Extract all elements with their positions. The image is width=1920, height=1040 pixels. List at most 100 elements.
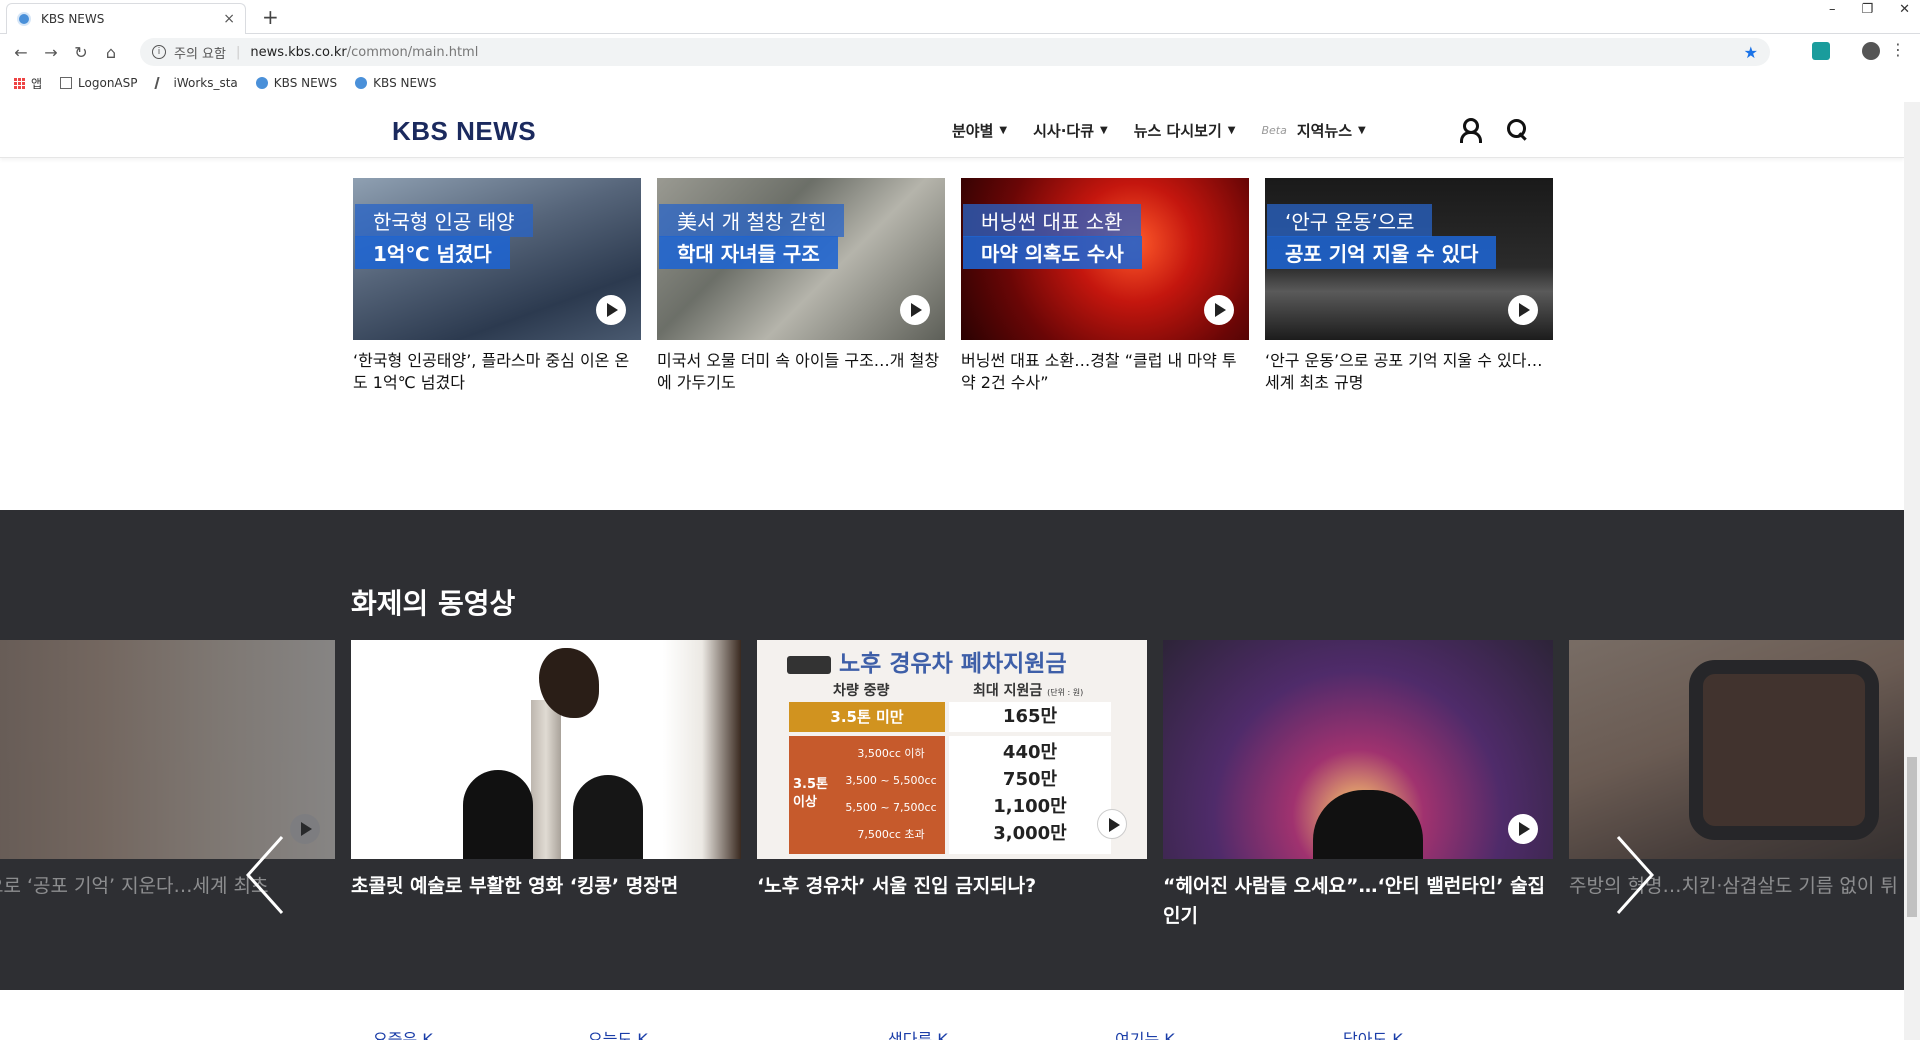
- news-card[interactable]: ‘안구 운동’으로 공포 기억 지울 수 있다 ‘안구 운동’으로 공포 기억 …: [1265, 178, 1553, 394]
- video-card[interactable]: “헤어진 사람들 오세요”…‘안티 밸런타인’ 술집 인기: [1163, 640, 1553, 931]
- security-warning: 주의 요함: [174, 46, 226, 62]
- page-scrollbar[interactable]: [1904, 102, 1920, 1040]
- chevron-right-icon: [1616, 835, 1655, 915]
- bookmark-label: iWorks_sta: [173, 76, 238, 90]
- thumbnail-caption: 마약 의혹도 수사: [963, 236, 1142, 269]
- news-card[interactable]: 美서 개 철창 갇힌 학대 자녀들 구조 미국서 오물 더미 속 아이들 구조……: [657, 178, 945, 394]
- minimize-button[interactable]: –: [1829, 2, 1836, 17]
- news-thumbnail[interactable]: 버닝썬 대표 소환 마약 의혹도 수사: [961, 178, 1249, 340]
- trending-video-section: 화제의 동영상 운동’으로 ‘공포 기억’ 지운다…세계 최초 초콜릿 예술로 …: [0, 510, 1904, 990]
- video-thumbnail[interactable]: 노후 경유차 폐차지원금 차량 중량 최대 지원금 (단위 : 원) 3.5톤 …: [757, 640, 1147, 859]
- video-thumbnail[interactable]: [1569, 640, 1904, 859]
- thumbnail-caption: 한국형 인공 태양: [355, 204, 533, 237]
- news-headline[interactable]: 버닝썬 대표 소환…경찰 “클럽 내 마약 투약 2건 수사”: [961, 350, 1249, 394]
- thumbnail-caption: 美서 개 철창 갇힌: [659, 204, 845, 237]
- nav-label: 뉴스 다시보기: [1133, 122, 1222, 140]
- footer-link[interactable]: 생다른 K: [888, 1026, 948, 1040]
- back-button[interactable]: ←: [6, 43, 36, 62]
- kbs-favicon-icon: [355, 77, 368, 89]
- nav-label: 분야별: [952, 122, 994, 140]
- search-icon[interactable]: [1504, 116, 1530, 142]
- nav-item-replay[interactable]: 뉴스 다시보기 ▼: [1134, 120, 1236, 141]
- user-icon[interactable]: [1456, 116, 1482, 143]
- new-tab-button[interactable]: +: [262, 5, 279, 29]
- header-icons: [1456, 116, 1530, 143]
- thumbnail-caption: 공포 기억 지울 수 있다: [1267, 236, 1497, 269]
- bookmark-iworks[interactable]: iWorks_sta: [153, 76, 238, 90]
- play-icon[interactable]: [596, 295, 626, 325]
- amount-item: 3,000만: [993, 823, 1067, 844]
- scrollbar-thumb[interactable]: [1907, 757, 1917, 917]
- news-card[interactable]: 버닝썬 대표 소환 마약 의혹도 수사 버닝썬 대표 소환…경찰 “클럽 내 마…: [961, 178, 1249, 394]
- home-button[interactable]: ⌂: [96, 43, 126, 62]
- chevron-left-icon: [245, 835, 284, 915]
- news-card[interactable]: 한국형 인공 태양 1억℃ 넘겼다 ‘한국형 인공태양’, 플라스마 중심 이온…: [353, 178, 641, 394]
- news-headline[interactable]: ‘한국형 인공태양’, 플라스마 중심 이온 온도 1억℃ 넘겼다: [353, 350, 641, 394]
- bookmark-kbs-news-2[interactable]: KBS NEWS: [355, 76, 437, 90]
- video-thumbnail[interactable]: [0, 640, 335, 859]
- light-row-label: 3.5톤 미만: [789, 702, 945, 732]
- account-icon[interactable]: [1862, 42, 1880, 60]
- close-window-button[interactable]: ✕: [1899, 2, 1910, 17]
- footer-link[interactable]: 요즘은 K: [373, 1026, 433, 1040]
- thumbnail-caption: 학대 자녀들 구조: [659, 236, 838, 269]
- browser-menu-icon[interactable]: ⋮: [1890, 40, 1906, 59]
- bookmark-star-icon[interactable]: ★: [1744, 43, 1758, 62]
- play-icon[interactable]: [1508, 295, 1538, 325]
- cc-item: 7,500cc 초과: [857, 828, 925, 841]
- video-card[interactable]: 초콜릿 예술로 부활한 영화 ‘킹콩’ 명장면: [351, 640, 741, 901]
- play-icon[interactable]: [1097, 809, 1127, 839]
- subsidy-col2: 최대 지원금 (단위 : 원): [973, 680, 1083, 700]
- news-headline[interactable]: ‘안구 운동’으로 공포 기억 지울 수 있다…세계 최초 규명: [1265, 350, 1553, 394]
- person-left: [463, 770, 533, 859]
- play-icon[interactable]: [1204, 295, 1234, 325]
- video-thumbnail[interactable]: [1163, 640, 1553, 859]
- browser-toolbar: ← → ↻ ⌂ i 주의 요함 | news.kbs.co.kr /common…: [0, 36, 1920, 68]
- carousel-next-button[interactable]: [1614, 835, 1655, 915]
- nav-item-category[interactable]: 분야별 ▼: [952, 120, 1007, 141]
- browser-chrome: KBS NEWS × + – ❐ ✕ ← → ↻ ⌂ i 주의 요함 | new…: [0, 0, 1920, 102]
- video-carousel: 운동’으로 ‘공포 기억’ 지운다…세계 최초 초콜릿 예술로 부활한 영화 ‘…: [0, 640, 1904, 940]
- footer-link[interactable]: 오늘도 K: [588, 1026, 648, 1040]
- restore-button[interactable]: ❐: [1861, 2, 1873, 17]
- bookmark-label: LogonASP: [78, 76, 138, 90]
- caret-down-icon: ▼: [1227, 125, 1236, 136]
- white-chocolate-figure: [663, 640, 741, 859]
- video-card[interactable]: 노후 경유차 폐차지원금 차량 중량 최대 지원금 (단위 : 원) 3.5톤 …: [757, 640, 1147, 901]
- footer-link[interactable]: 닮아도 K: [1343, 1026, 1403, 1040]
- amount-item: 1,100만: [993, 796, 1067, 817]
- play-icon[interactable]: [290, 814, 320, 844]
- cc-item: 3,500 ~ 5,500cc: [845, 774, 937, 787]
- address-bar[interactable]: i 주의 요함 | news.kbs.co.kr /common/main.ht…: [140, 38, 1770, 66]
- video-title[interactable]: “헤어진 사람들 오세요”…‘안티 밸런타인’ 술집 인기: [1163, 871, 1553, 931]
- footer-link[interactable]: 여기는 K: [1115, 1026, 1175, 1040]
- tab-close-icon[interactable]: ×: [223, 11, 235, 27]
- bookmark-logonasp[interactable]: LogonASP: [60, 76, 138, 90]
- video-thumbnail[interactable]: [351, 640, 741, 859]
- news-thumbnail[interactable]: 美서 개 철창 갇힌 학대 자녀들 구조: [657, 178, 945, 340]
- info-icon[interactable]: i: [152, 45, 166, 59]
- news-headline[interactable]: 미국서 오물 더미 속 아이들 구조…개 철창에 가두기도: [657, 350, 945, 394]
- video-title[interactable]: ‘노후 경유차’ 서울 진입 금지되나?: [757, 871, 1147, 901]
- bookmark-label: KBS NEWS: [373, 76, 437, 90]
- nav-item-documentary[interactable]: 시사·다큐 ▼: [1033, 120, 1108, 141]
- video-title[interactable]: 초콜릿 예술로 부활한 영화 ‘킹콩’ 명장면: [351, 871, 741, 901]
- bookmark-apps[interactable]: 앱: [14, 75, 42, 92]
- caret-down-icon: ▼: [999, 125, 1008, 136]
- subsidy-col1: 차량 중량: [833, 683, 890, 699]
- nav-item-regional[interactable]: Beta 지역뉴스 ▼: [1261, 120, 1365, 141]
- kbs-news-logo[interactable]: KBS NEWS: [392, 116, 536, 147]
- bookmark-kbs-news-1[interactable]: KBS NEWS: [255, 76, 337, 90]
- browser-tab[interactable]: KBS NEWS ×: [6, 3, 246, 34]
- news-thumbnail[interactable]: ‘안구 운동’으로 공포 기억 지울 수 있다: [1265, 178, 1553, 340]
- caret-down-icon: ▼: [1100, 125, 1108, 136]
- extension-icon[interactable]: [1812, 42, 1830, 60]
- carousel-prev-button[interactable]: [245, 835, 286, 915]
- window-controls: – ❐ ✕: [1829, 2, 1910, 17]
- play-icon[interactable]: [900, 295, 930, 325]
- reload-button[interactable]: ↻: [66, 43, 96, 62]
- news-thumbnail[interactable]: 한국형 인공 태양 1억℃ 넘겼다: [353, 178, 641, 340]
- play-icon[interactable]: [1508, 814, 1538, 844]
- forward-button[interactable]: →: [36, 43, 66, 62]
- url-host: news.kbs.co.kr: [250, 44, 347, 60]
